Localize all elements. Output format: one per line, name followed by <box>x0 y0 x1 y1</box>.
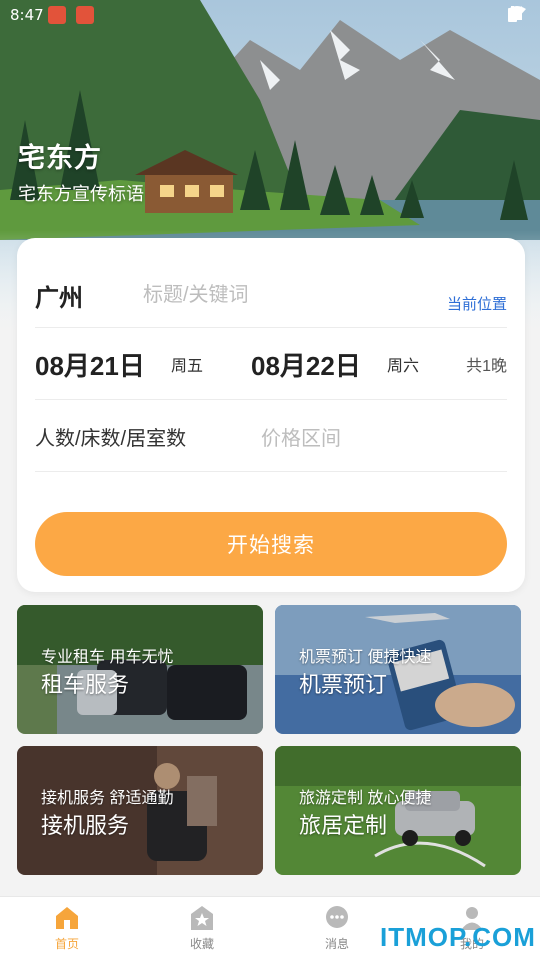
guests-price-row: 人数/床数/居室数 价格区间 <box>35 400 507 472</box>
guests-selector[interactable]: 人数/床数/居室数 <box>35 422 186 451</box>
tile-subtitle: 旅游定制 放心便捷 <box>299 790 432 807</box>
checkin-weekday: 周五 <box>171 358 204 375</box>
travel-custom-tile[interactable]: 旅游定制 放心便捷 旅居定制 <box>275 746 521 875</box>
tile-title: 旅居定制 <box>299 813 388 838</box>
tile-title: 接机服务 <box>41 813 130 838</box>
search-card: 广州 标题/关键词 当前位置 08月21日 周五 08月22日 周六 共1晚 人… <box>17 238 525 592</box>
checkout-date[interactable]: 08月22日 <box>251 346 361 383</box>
tile-title: 机票预订 <box>299 672 388 697</box>
tile-title: 租车服务 <box>41 672 130 697</box>
tab-label: 消息 <box>324 937 349 951</box>
notification-icon <box>48 6 66 24</box>
checkout-weekday: 周六 <box>387 358 420 375</box>
tile-subtitle: 接机服务 舒适通勤 <box>41 790 174 807</box>
tab-label: 收藏 <box>189 937 214 951</box>
keyword-input[interactable]: 标题/关键词 <box>143 278 249 307</box>
home-icon <box>56 907 78 929</box>
tile-subtitle: 专业租车 用车无忧 <box>41 649 174 666</box>
checkin-date[interactable]: 08月21日 <box>35 346 145 383</box>
star-icon <box>191 906 213 930</box>
notification-icon <box>76 6 94 24</box>
status-bar: 8:47 <box>0 0 540 30</box>
app-title: 宅东方 <box>18 143 102 173</box>
search-button[interactable]: 开始搜索 <box>35 512 507 576</box>
city-keyword-row: 广州 标题/关键词 当前位置 <box>35 238 507 328</box>
tab-messages[interactable]: 消息 <box>297 905 377 952</box>
app-slogan: 宅东方宣传标语 <box>18 184 144 204</box>
flight-booking-tile[interactable]: 机票预订 便捷快速 机票预订 <box>275 605 521 734</box>
status-time: 8:47 <box>10 6 44 24</box>
message-icon <box>326 906 348 928</box>
city-selector[interactable]: 广州 <box>35 278 83 313</box>
tab-home[interactable]: 首页 <box>27 905 107 952</box>
tab-favorites[interactable]: 收藏 <box>162 905 242 952</box>
battery-icon <box>508 6 517 22</box>
car-rental-tile[interactable]: 专业租车 用车无忧 租车服务 <box>17 605 263 734</box>
tile-subtitle: 机票预订 便捷快速 <box>299 649 432 666</box>
date-row[interactable]: 08月21日 周五 08月22日 周六 共1晚 <box>35 328 507 400</box>
current-location-link[interactable]: 当前位置 <box>447 293 507 314</box>
nights-count: 共1晚 <box>466 358 507 375</box>
tab-label: 首页 <box>54 937 79 951</box>
watermark-text: ITMOP.COM <box>380 922 536 952</box>
price-range-selector[interactable]: 价格区间 <box>261 422 341 451</box>
airport-pickup-tile[interactable]: 接机服务 舒适通勤 接机服务 <box>17 746 263 875</box>
